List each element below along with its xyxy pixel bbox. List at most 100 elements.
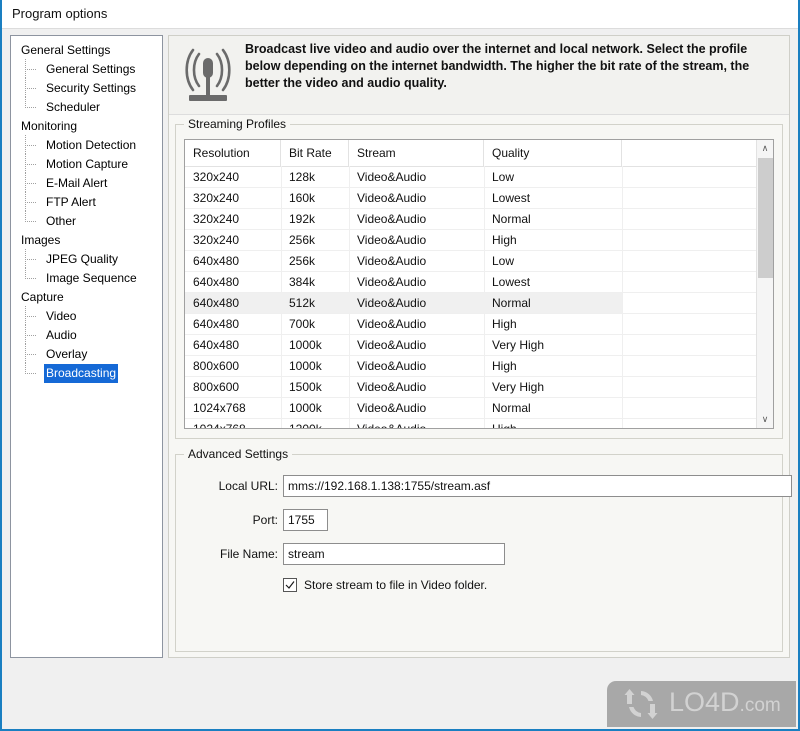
cell-quality: Lowest — [492, 191, 531, 205]
cell-stream: Video&Audio — [357, 212, 427, 226]
streaming-profiles-list[interactable]: Resolution Bit Rate Stream Quality 320x240 1… — [184, 139, 774, 429]
cell-resolution: 320x240 — [193, 233, 240, 247]
cell-quality: Very High — [492, 380, 545, 394]
tree-connector-icon — [25, 154, 43, 174]
column-header-bit-rate[interactable]: Bit Rate — [281, 140, 349, 166]
watermark-text: LO4D.com — [669, 687, 781, 718]
tree-group-capture[interactable]: Capture — [11, 288, 162, 307]
column-header-blank[interactable] — [622, 140, 758, 166]
cell-resolution: 320x240 — [193, 212, 240, 226]
cell-quality: High — [492, 359, 517, 373]
cell-quality: High — [492, 233, 517, 247]
window-titlebar: Program options — [2, 0, 798, 29]
sidebar-item-label: General Settings — [46, 62, 136, 76]
list-scrollbar[interactable]: ∧ ∨ — [756, 140, 773, 428]
cell-resolution: 640x480 — [193, 254, 240, 268]
table-row[interactable]: 320x240 128k Video&Audio Low — [185, 167, 773, 188]
sidebar-item-label: Scheduler — [46, 100, 101, 114]
cell-stream: Video&Audio — [357, 380, 427, 394]
scroll-up-arrow-icon[interactable]: ∧ — [757, 140, 773, 157]
table-row[interactable]: 320x240 256k Video&Audio High — [185, 230, 773, 251]
cell-bitrate: 1500k — [289, 380, 322, 394]
store-stream-checkbox[interactable] — [283, 578, 297, 592]
sidebar-item-label: JPEG Quality — [46, 252, 119, 266]
tree-connector-icon — [25, 192, 43, 212]
sidebar-item-motion-detection[interactable]: Motion Detection — [11, 135, 162, 155]
cell-quality: High — [492, 317, 517, 331]
column-header-stream[interactable]: Stream — [349, 140, 484, 166]
tree-connector-icon — [25, 363, 43, 383]
local-url-input[interactable] — [283, 475, 792, 497]
sidebar-item-overlay[interactable]: Overlay — [11, 344, 162, 364]
cell-resolution: 800x600 — [193, 380, 240, 394]
table-row[interactable]: 640x480 1000k Video&Audio Very High — [185, 335, 773, 356]
settings-tree[interactable]: General Settings General Settings Security… — [10, 35, 163, 658]
sidebar-item-general-settings[interactable]: General Settings — [11, 59, 162, 79]
cell-bitrate: 256k — [289, 233, 316, 247]
cell-quality: High — [492, 422, 517, 429]
scroll-down-arrow-icon[interactable]: ∨ — [757, 411, 773, 428]
cell-bitrate: 384k — [289, 275, 316, 289]
sidebar-item-e-mail-alert[interactable]: E-Mail Alert — [11, 173, 162, 193]
tree-connector-icon — [25, 306, 43, 326]
cell-resolution: 320x240 — [193, 170, 240, 184]
cell-stream: Video&Audio — [357, 359, 427, 373]
tree-connector-icon — [25, 325, 43, 345]
sidebar-item-image-sequence[interactable]: Image Sequence — [11, 268, 162, 288]
sidebar-item-label: Motion Capture — [46, 157, 129, 171]
tree-connector-icon — [25, 78, 43, 98]
port-input[interactable] — [283, 509, 328, 531]
cell-bitrate: 1200k — [289, 422, 322, 429]
list-header-row: Resolution Bit Rate Stream Quality — [185, 140, 773, 167]
cell-stream: Video&Audio — [357, 233, 427, 247]
table-row[interactable]: 640x480 700k Video&Audio High — [185, 314, 773, 335]
tree-connector-icon — [25, 97, 43, 117]
column-header-quality[interactable]: Quality — [484, 140, 622, 166]
tree-connector-icon — [25, 173, 43, 193]
sidebar-item-label: FTP Alert — [46, 195, 96, 209]
cell-stream: Video&Audio — [357, 296, 427, 310]
table-row[interactable]: 1024x768 1200k Video&Audio High — [185, 419, 773, 429]
table-row[interactable]: 800x600 1000k Video&Audio High — [185, 356, 773, 377]
scrollbar-thumb[interactable] — [758, 158, 773, 278]
sidebar-item-video[interactable]: Video — [11, 306, 162, 326]
sidebar-item-other[interactable]: Other — [11, 211, 162, 231]
table-row[interactable]: 640x480 512k Video&Audio Normal — [185, 293, 773, 314]
cell-bitrate: 1000k — [289, 338, 322, 352]
sidebar-item-motion-capture[interactable]: Motion Capture — [11, 154, 162, 174]
circular-arrows-icon — [619, 688, 663, 720]
sidebar-item-broadcasting[interactable]: Broadcasting — [11, 363, 162, 383]
sidebar-item-ftp-alert[interactable]: FTP Alert — [11, 192, 162, 212]
program-options-window: Program options General Settings General … — [0, 0, 800, 731]
table-row[interactable]: 320x240 160k Video&Audio Lowest — [185, 188, 773, 209]
sidebar-item-scheduler[interactable]: Scheduler — [11, 97, 162, 117]
sidebar-item-label: Broadcasting — [44, 364, 119, 383]
cell-resolution: 640x480 — [193, 338, 240, 352]
cell-quality: Normal — [492, 401, 531, 415]
cell-resolution: 1024x768 — [193, 401, 246, 415]
sidebar-item-label: Image Sequence — [46, 271, 137, 285]
table-row[interactable]: 640x480 256k Video&Audio Low — [185, 251, 773, 272]
port-label: Port: — [252, 513, 278, 527]
column-header-resolution[interactable]: Resolution — [185, 140, 281, 166]
cell-quality: Normal — [492, 296, 531, 310]
sidebar-item-label: Security Settings — [46, 81, 137, 95]
watermark-tld: .com — [739, 695, 781, 716]
tree-group-general-settings[interactable]: General Settings — [11, 41, 162, 60]
table-row[interactable]: 1024x768 1000k Video&Audio Normal — [185, 398, 773, 419]
cell-quality: Normal — [492, 212, 531, 226]
sidebar-item-audio[interactable]: Audio — [11, 325, 162, 345]
tree-group-images[interactable]: Images — [11, 231, 162, 250]
description-banner: Broadcast live video and audio over the … — [169, 36, 789, 115]
table-row[interactable]: 640x480 384k Video&Audio Lowest — [185, 272, 773, 293]
cell-bitrate: 512k — [289, 296, 316, 310]
tree-connector-icon — [25, 249, 43, 269]
sidebar-item-jpeg-quality[interactable]: JPEG Quality — [11, 249, 162, 269]
tree-group-monitoring[interactable]: Monitoring — [11, 117, 162, 136]
table-row[interactable]: 320x240 192k Video&Audio Normal — [185, 209, 773, 230]
sidebar-item-label: Other — [46, 214, 77, 228]
tree-connector-icon — [25, 59, 43, 79]
table-row[interactable]: 800x600 1500k Video&Audio Very High — [185, 377, 773, 398]
sidebar-item-security-settings[interactable]: Security Settings — [11, 78, 162, 98]
file-name-input[interactable] — [283, 543, 505, 565]
